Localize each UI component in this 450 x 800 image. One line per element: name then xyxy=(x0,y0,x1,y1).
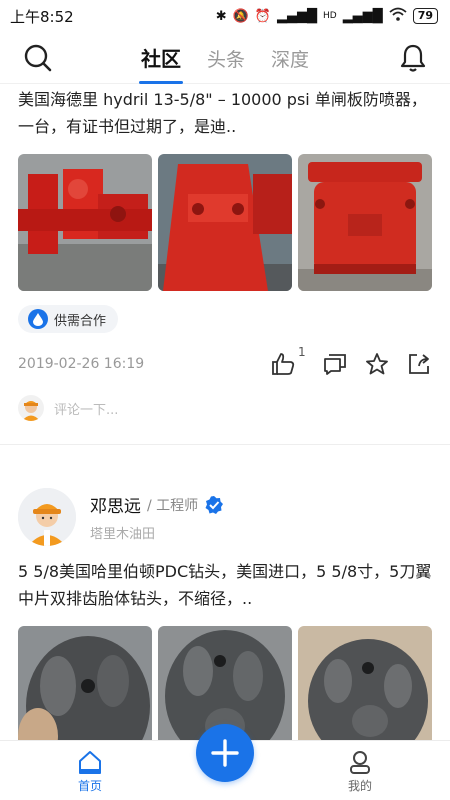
like-button[interactable]: 1 xyxy=(270,345,306,377)
tab-community[interactable]: 社区 xyxy=(141,43,181,84)
alarm-icon: ⏰ xyxy=(254,8,271,24)
author-title: / 工程师 xyxy=(147,497,199,514)
bottom-nav-mine-label: 我的 xyxy=(347,779,372,793)
bell-icon[interactable] xyxy=(398,42,428,74)
tab-headlines[interactable]: 头条 xyxy=(207,45,245,84)
feed: 美国海德里 hydril 13-5/8" – 10000 psi 单闸板防喷器，… xyxy=(0,84,450,740)
comment-icon[interactable] xyxy=(322,351,348,377)
water-drop-icon xyxy=(28,309,48,329)
signal-hd-label: HD xyxy=(322,11,337,21)
user-icon xyxy=(350,751,370,774)
post-image-grid xyxy=(0,154,450,291)
signal-icon-2: ▂▄▆█ xyxy=(342,8,383,24)
home-icon xyxy=(79,751,101,774)
post-actions: 1 xyxy=(270,345,432,377)
post-text[interactable]: 美国海德里 hydril 13-5/8" – 10000 psi 单闸板防喷器，… xyxy=(0,86,450,140)
bluetooth-icon: ✱ xyxy=(215,8,227,24)
post-meta-row: 2019-02-26 16:19 1 xyxy=(0,345,450,377)
favorite-star-icon[interactable] xyxy=(364,351,390,377)
author-name[interactable]: 邓思远 xyxy=(90,492,141,517)
tab-bar: 社区 头条 深度 xyxy=(141,32,309,84)
divider xyxy=(0,444,450,445)
post-text[interactable]: 5 5/8美国哈里伯顿PDC钻头，美国进口，5 5/8寸，5刀翼中片双排齿胎体钻… xyxy=(0,558,450,612)
verified-badge-icon xyxy=(204,495,224,515)
wifi-icon xyxy=(389,7,407,25)
post-image-grid xyxy=(0,626,450,740)
avatar[interactable] xyxy=(18,488,76,546)
comment-input-row[interactable]: 评论一下... xyxy=(0,395,450,421)
post-image[interactable] xyxy=(298,626,432,740)
avatar xyxy=(18,395,44,421)
post-image[interactable] xyxy=(18,154,152,291)
bottom-nav-home[interactable]: 首页 xyxy=(70,741,110,800)
category-tag[interactable]: 供需合作 xyxy=(18,305,119,333)
post-image[interactable] xyxy=(18,626,152,740)
search-icon[interactable] xyxy=(22,42,54,74)
category-tag-label: 供需合作 xyxy=(54,313,107,329)
author-organization: 塔里木油田 xyxy=(90,527,156,542)
author-name-row: 邓思远 / 工程师 xyxy=(90,492,224,517)
comment-placeholder[interactable]: 评论一下... xyxy=(54,399,118,418)
author-row[interactable]: 邓思远 / 工程师 塔里木油田 xyxy=(0,488,450,546)
post-image[interactable] xyxy=(158,626,292,740)
share-icon[interactable] xyxy=(406,351,432,377)
mute-icon: 🔕 xyxy=(232,8,249,24)
add-post-button[interactable] xyxy=(196,724,254,782)
status-time: 上午8:52 xyxy=(10,7,74,26)
tab-depth[interactable]: 深度 xyxy=(271,45,309,84)
post-image[interactable] xyxy=(298,154,432,291)
top-nav: 社区 头条 深度 xyxy=(0,32,450,84)
plus-icon xyxy=(211,739,239,767)
post-card[interactable]: 邓思远 / 工程师 塔里木油田 5 5/8美国哈里伯顿PDC钻头，美国进口，5 … xyxy=(0,488,450,740)
status-bar: 上午8:52 ✱ 🔕 ⏰ ▂▄▆█ HD ▂▄▆█ 79 xyxy=(0,0,450,32)
signal-icon: ▂▄▆█ xyxy=(276,8,317,24)
post-card[interactable]: 美国海德里 hydril 13-5/8" – 10000 psi 单闸板防喷器，… xyxy=(0,84,450,421)
author-info: 邓思远 / 工程师 塔里木油田 xyxy=(90,492,224,542)
post-date: 2019-02-26 16:19 xyxy=(18,356,145,372)
bottom-nav-home-label: 首页 xyxy=(77,779,102,793)
battery-indicator: 79 xyxy=(412,8,438,24)
bottom-nav-mine[interactable]: 我的 xyxy=(340,741,380,800)
like-count: 1 xyxy=(298,345,306,359)
status-icons: ✱ 🔕 ⏰ ▂▄▆█ HD ▂▄▆█ 79 xyxy=(216,7,438,25)
post-image[interactable] xyxy=(158,154,292,291)
